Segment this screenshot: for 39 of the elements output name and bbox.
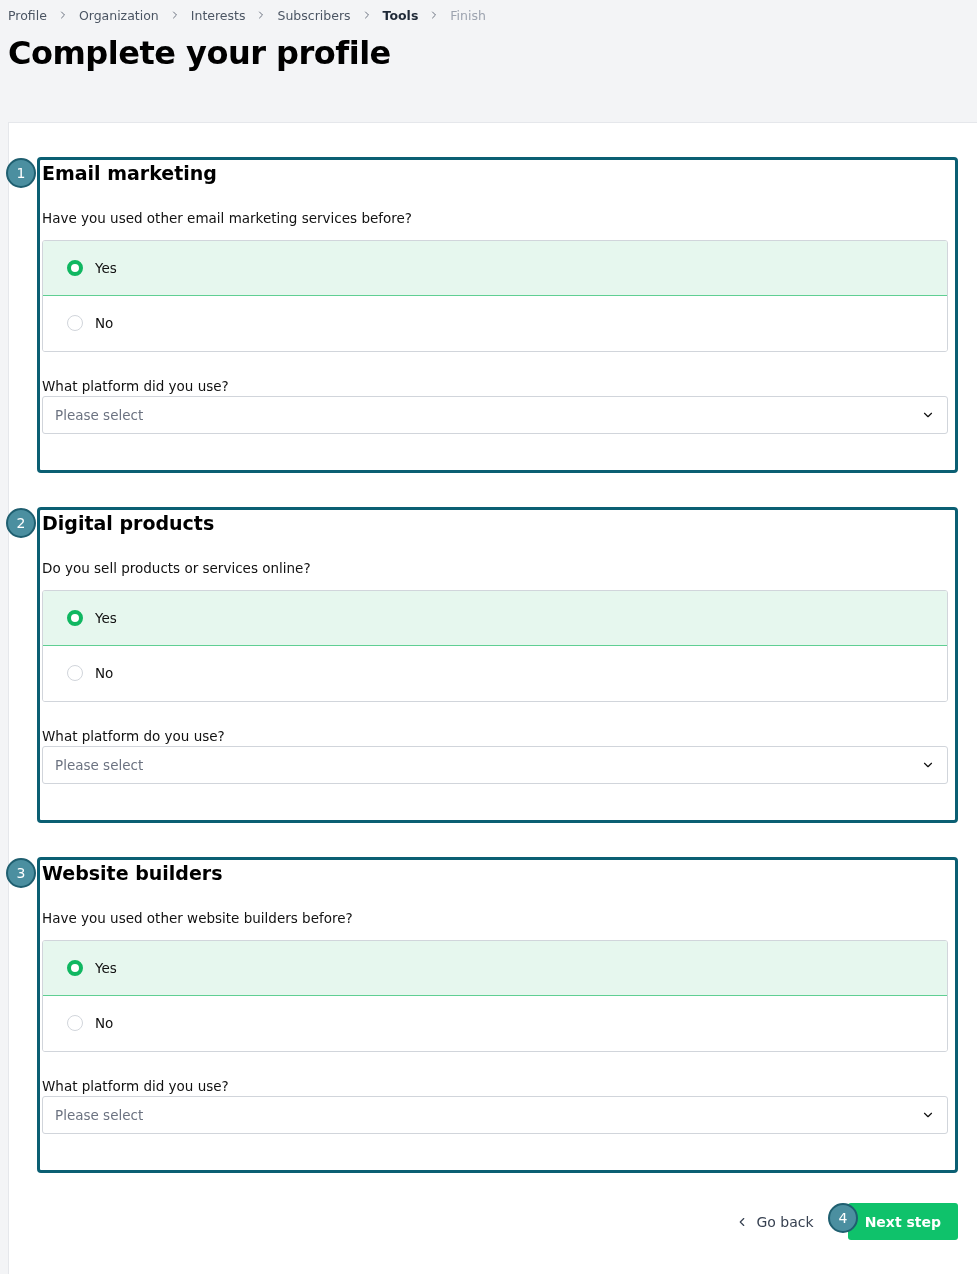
step-marker: 4: [828, 1203, 858, 1233]
step-marker: 2: [6, 508, 36, 538]
select-label: What platform did you use?: [42, 378, 230, 396]
question-label: Do you sell products or services online?: [42, 560, 312, 578]
platform-select[interactable]: Please select: [42, 396, 948, 434]
radio-icon: [67, 960, 83, 976]
radio-icon: [67, 1015, 83, 1031]
back-label: Go back: [756, 1213, 814, 1230]
platform-select[interactable]: Please select: [42, 1096, 948, 1134]
option-label: No: [95, 665, 114, 681]
select-label: What platform do you use?: [42, 728, 226, 746]
breadcrumb-link[interactable]: Interests: [190, 7, 246, 23]
radio-icon: [67, 260, 83, 276]
radio-icon: [67, 315, 83, 331]
breadcrumb-link[interactable]: Tools: [382, 7, 419, 23]
option-label: Yes: [95, 610, 117, 626]
radio-option[interactable]: Yes: [43, 241, 947, 296]
radio-option[interactable]: Yes: [43, 591, 947, 646]
step-marker: 3: [6, 858, 36, 888]
question-label: Have you used other email marketing services before?: [42, 210, 413, 228]
option-label: Yes: [95, 960, 117, 976]
question-label: Have you used other website builders before?: [42, 910, 354, 928]
breadcrumb-link[interactable]: Subscribers: [277, 7, 351, 23]
option-label: No: [95, 1015, 114, 1031]
select-label: What platform did you use?: [42, 1078, 230, 1096]
section-heading: Digital products: [42, 511, 216, 536]
section-heading: Website builders: [42, 861, 224, 886]
back-link[interactable]: Go back: [734, 1213, 814, 1230]
option-label: No: [95, 315, 114, 331]
page-title: Complete your profile: [8, 34, 392, 74]
radio-icon: [67, 665, 83, 681]
platform-select[interactable]: Please select: [42, 746, 948, 784]
breadcrumb-link[interactable]: Profile: [8, 7, 47, 23]
section-heading: Email marketing: [42, 161, 218, 186]
option-label: Yes: [95, 260, 117, 276]
radio-option[interactable]: Yes: [43, 941, 947, 996]
step-marker: 1: [6, 158, 36, 188]
breadcrumb-link[interactable]: Organization: [78, 7, 159, 23]
radio-icon: [67, 610, 83, 626]
